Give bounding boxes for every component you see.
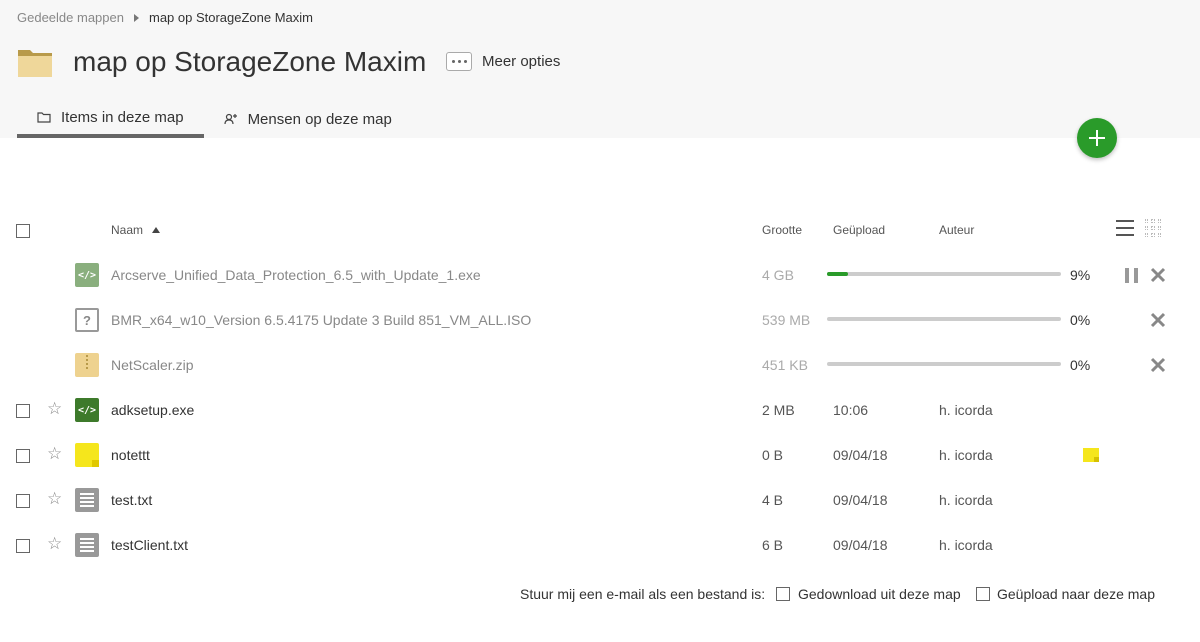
add-person-icon [223,113,237,125]
email-notification-prompt: Stuur mij een e-mail als een bestand is: [520,586,766,602]
add-button[interactable] [1077,118,1117,158]
pause-upload-icon[interactable] [1125,268,1138,283]
folder-outline-icon [37,112,51,123]
favorite-star-icon[interactable]: ☆ [47,490,62,507]
file-name[interactable]: testClient.txt [111,537,188,553]
notify-uploaded-label[interactable]: Geüpload naar deze map [997,586,1155,602]
upload-progress-percent: 0% [1070,312,1091,328]
file-author: h. icorda [939,402,993,418]
file-size: 451 KB [762,357,808,373]
file-name: NetScaler.zip [111,357,194,373]
more-dots-icon [446,52,472,71]
breadcrumb: Gedeelde mappen map op StorageZone Maxim [17,10,313,25]
upload-progress-percent: 9% [1070,267,1091,283]
file-size: 0 B [762,447,784,463]
column-author-header[interactable]: Auteur [939,223,974,237]
breadcrumb-current: map op StorageZone Maxim [148,10,314,25]
code-file-icon: </> [75,398,99,422]
folder-icon [18,50,52,77]
tab-people-label: Mensen op deze map [247,110,392,128]
file-name: BMR_x64_w10_Version 6.5.4175 Update 3 Bu… [111,312,532,328]
upload-progress-bar [827,317,1061,321]
file-name[interactable]: notettt [111,447,150,463]
grid-view-icon[interactable] [1144,218,1162,238]
text-file-icon [75,488,99,512]
cancel-upload-icon[interactable] [1150,267,1166,283]
upload-progress-percent: 0% [1070,357,1091,373]
file-size: 4 B [762,492,784,508]
file-name[interactable]: test.txt [111,492,152,508]
note-badge-icon[interactable] [1083,448,1099,462]
column-size-header[interactable]: Grootte [762,223,802,237]
list-view-icon[interactable] [1116,218,1134,238]
upload-progress-bar [827,272,1061,276]
unknown-file-icon: ? [75,308,99,332]
upload-row: NetScaler.zip 451 KB 0% [0,343,1200,388]
more-options-label: Meer opties [482,53,561,70]
file-author: h. icorda [939,537,993,553]
file-name[interactable]: adksetup.exe [111,402,194,418]
upload-progress-fill [827,272,849,276]
email-notification-bar: Stuur mij een e-mail als een bestand is:… [0,585,1200,605]
table-header: Naam Grootte Geüpload Auteur [0,220,1200,242]
table-row[interactable]: ☆ test.txt 4 B 09/04/18 h. icorda [0,478,1200,523]
upload-progress-bar [827,362,1061,366]
file-uploaded: 09/04/18 [833,447,888,463]
zip-file-icon [75,353,99,377]
favorite-star-icon[interactable]: ☆ [47,445,62,462]
tab-items-label: Items in deze map [61,108,184,126]
page-title: map op StorageZone Maxim [73,46,427,77]
column-uploaded-header[interactable]: Geüpload [833,223,885,237]
file-name: Arcserve_Unified_Data_Protection_6.5_wit… [111,267,481,283]
file-size: 2 MB [762,402,795,418]
column-name-label: Naam [111,223,144,237]
notify-downloaded-label[interactable]: Gedownload uit deze map [798,586,961,602]
cancel-upload-icon[interactable] [1150,312,1166,328]
cancel-upload-icon[interactable] [1150,357,1166,373]
select-all-checkbox[interactable] [16,224,30,238]
tab-bar: Items in deze map Mensen op deze map [17,100,412,138]
row-checkbox[interactable] [16,404,30,418]
row-checkbox[interactable] [16,449,30,463]
file-author: h. icorda [939,447,993,463]
file-uploaded: 10:06 [833,402,869,418]
breadcrumb-parent-link[interactable]: Gedeelde mappen [17,10,124,25]
notify-uploaded-checkbox[interactable] [976,587,990,601]
tab-people[interactable]: Mensen op deze map [204,100,412,138]
tab-items[interactable]: Items in deze map [17,100,204,138]
text-file-icon [75,533,99,557]
file-author: h. icorda [939,492,993,508]
favorite-star-icon[interactable]: ☆ [47,535,62,552]
table-row[interactable]: ☆ testClient.txt 6 B 09/04/18 h. icorda [0,523,1200,568]
table-row[interactable]: ☆ </> adksetup.exe 2 MB 10:06 h. icorda [0,388,1200,433]
code-file-icon: </> [75,263,99,287]
column-name-header[interactable]: Naam [111,223,161,237]
sort-asc-icon [152,227,161,233]
upload-row: ? BMR_x64_w10_Version 6.5.4175 Update 3 … [0,298,1200,343]
row-checkbox[interactable] [16,494,30,508]
table-row[interactable]: ☆ notettt 0 B 09/04/18 h. icorda [0,433,1200,478]
file-size: 4 GB [762,267,794,283]
favorite-star-icon[interactable]: ☆ [47,400,62,417]
file-uploaded: 09/04/18 [833,492,888,508]
breadcrumb-separator-icon [133,13,139,22]
row-checkbox[interactable] [16,539,30,553]
file-size: 6 B [762,537,784,553]
file-uploaded: 09/04/18 [833,537,888,553]
notify-downloaded-checkbox[interactable] [776,587,790,601]
upload-row: </> Arcserve_Unified_Data_Protection_6.5… [0,253,1200,298]
more-options-button[interactable]: Meer opties [446,52,560,71]
note-file-icon [75,443,99,467]
file-size: 539 MB [762,312,811,328]
